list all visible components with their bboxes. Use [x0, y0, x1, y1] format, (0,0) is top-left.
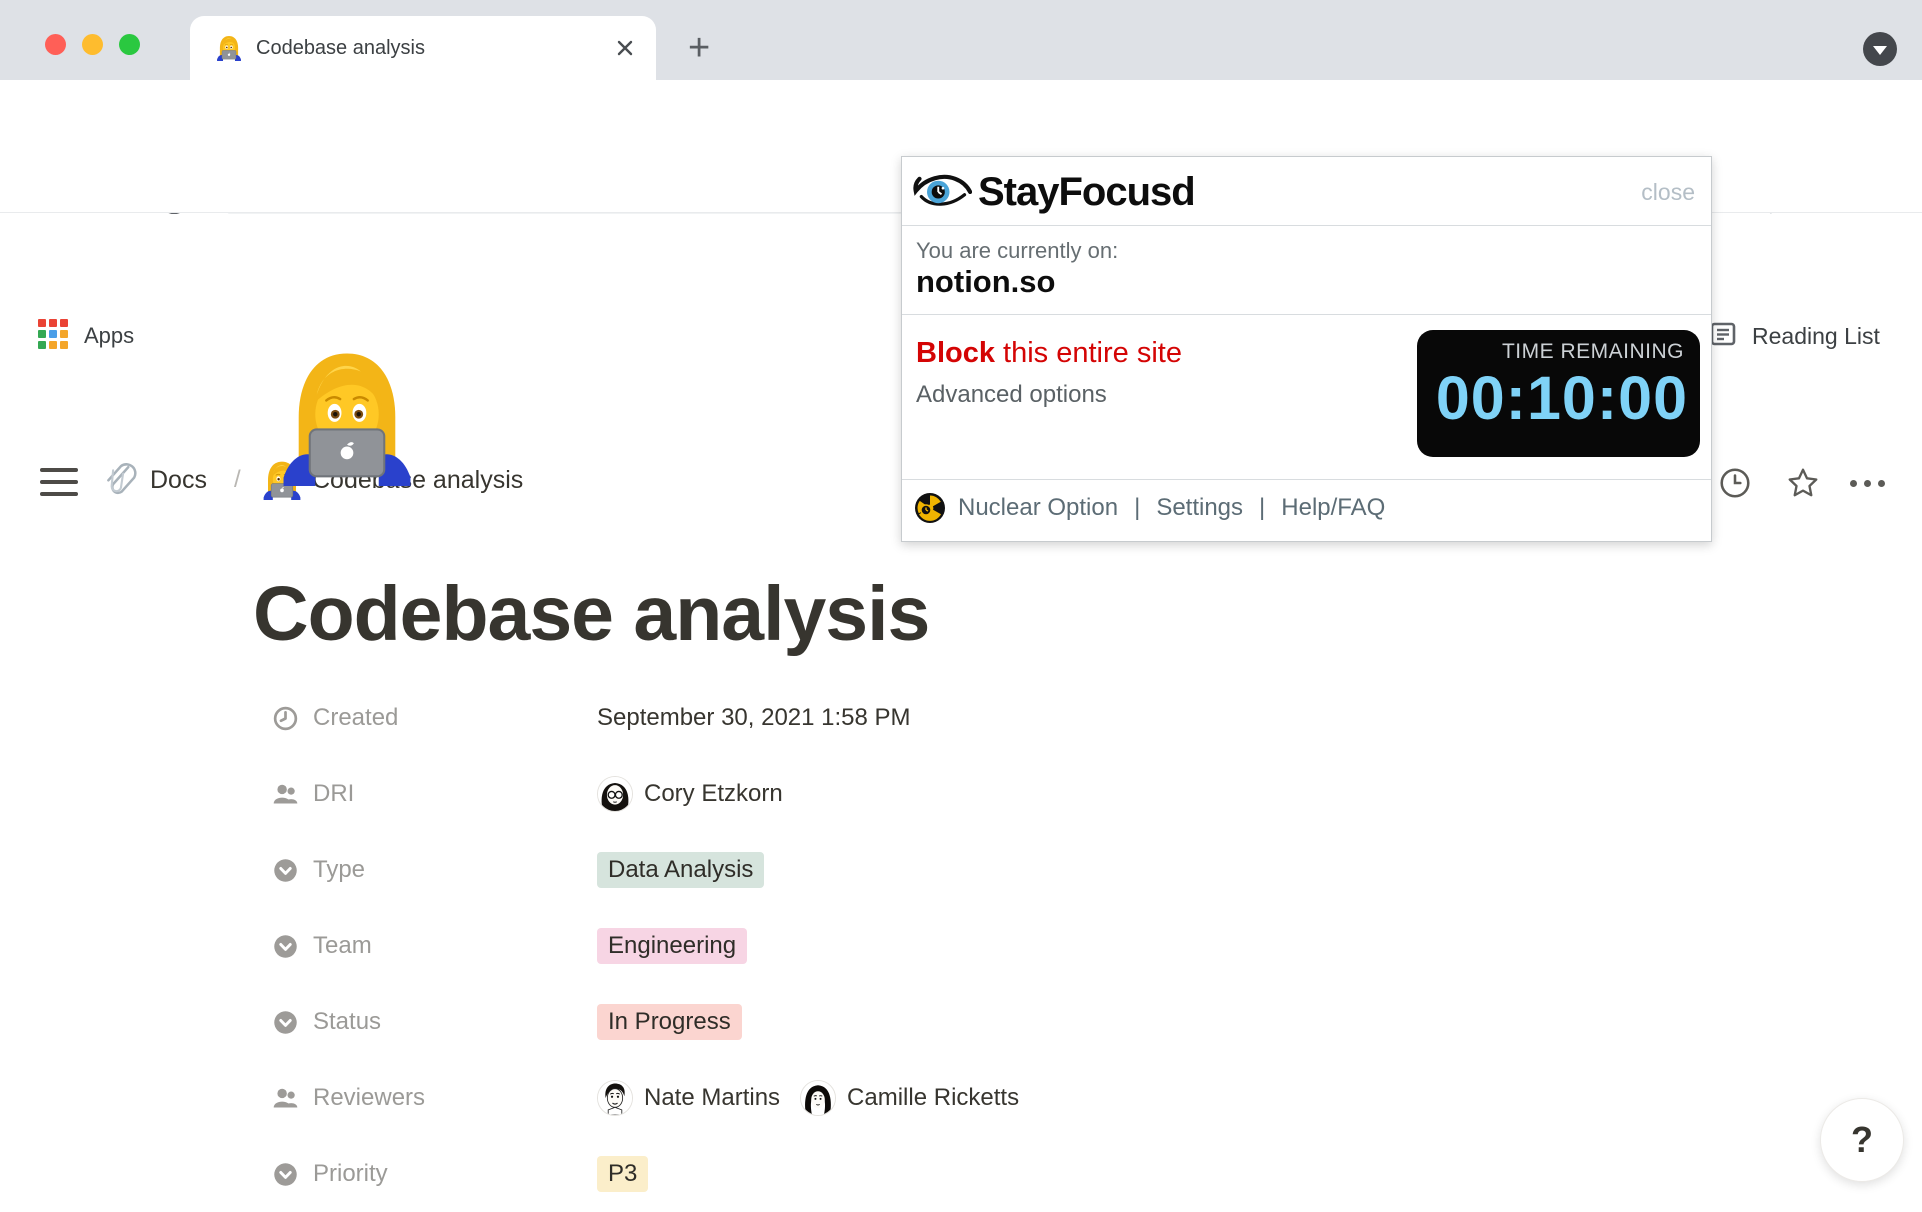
tag-data-analysis[interactable]: Data Analysis — [597, 852, 764, 888]
reading-list-icon[interactable] — [1708, 319, 1738, 349]
property-label: Reviewers — [313, 1084, 425, 1112]
property-value-text[interactable]: September 30, 2021 1:58 PM — [597, 704, 911, 732]
page-title[interactable]: Codebase analysis — [253, 570, 929, 659]
advanced-options-link[interactable]: Advanced options — [916, 381, 1107, 409]
person-name: Camille Ricketts — [847, 1084, 1019, 1112]
window-zoom-button[interactable] — [119, 34, 140, 55]
window-minimize-button[interactable] — [82, 34, 103, 55]
help-button[interactable]: ? — [1820, 1098, 1904, 1182]
tab-title: Codebase analysis — [256, 37, 614, 60]
tab-strip: Codebase analysis + — [0, 0, 1922, 80]
apps-shortcut[interactable]: Apps — [84, 323, 134, 349]
reading-list-button[interactable]: Reading List — [1752, 323, 1880, 350]
property-row-created: Created September 30, 2021 1:58 PM — [255, 680, 1675, 756]
avatar-nate — [597, 1080, 633, 1116]
property-label-cell[interactable]: Status — [255, 1008, 597, 1036]
property-row-reviewers: Reviewers Nate Martins Camille Ricketts — [255, 1060, 1675, 1136]
property-value-cell[interactable]: P3 — [597, 1156, 1675, 1192]
divider — [902, 314, 1711, 315]
tab-favicon-technologist-icon — [216, 35, 242, 61]
avatar-camille — [800, 1080, 836, 1116]
clock-icon — [272, 705, 299, 732]
breadcrumb-root[interactable]: Docs — [150, 466, 207, 495]
current-site-value: notion.so — [916, 264, 1055, 300]
divider — [902, 479, 1711, 480]
block-word[interactable]: Block — [916, 337, 995, 369]
property-value-cell[interactable]: Data Analysis — [597, 852, 1675, 888]
property-label-cell[interactable]: Team — [255, 932, 597, 960]
property-label-cell[interactable]: Type — [255, 856, 597, 884]
property-row-priority: Priority P3 — [255, 1136, 1675, 1212]
popup-links: Nuclear Option | Settings | Help/FAQ — [914, 487, 1385, 529]
stayfocusd-brand: StayFocusd — [978, 170, 1195, 215]
popup-link-help-faq[interactable]: Help/FAQ — [1281, 494, 1385, 522]
property-value-cell[interactable]: Nate Martins Camille Ricketts — [597, 1080, 1675, 1116]
time-remaining-value: 00:10:00 — [1436, 363, 1688, 433]
property-value-cell[interactable]: September 30, 2021 1:58 PM — [597, 704, 1675, 732]
property-label: DRI — [313, 780, 354, 808]
time-remaining-box: TIME REMAINING 00:10:00 — [1417, 330, 1700, 457]
property-label: Created — [313, 704, 398, 732]
link-separator: | — [1130, 494, 1144, 522]
property-row-dri: DRI Cory Etzkorn — [255, 756, 1675, 832]
person-cory[interactable]: Cory Etzkorn — [597, 776, 783, 812]
sidebar-toggle-icon[interactable] — [40, 468, 78, 504]
select-icon — [272, 1009, 299, 1036]
browser-tab[interactable]: Codebase analysis — [190, 16, 656, 80]
property-label-cell[interactable]: Priority — [255, 1160, 597, 1188]
property-label: Priority — [313, 1160, 388, 1188]
person-icon — [272, 1085, 299, 1112]
popup-close-link[interactable]: close — [1641, 179, 1695, 206]
time-remaining-label: TIME REMAINING — [1502, 340, 1684, 364]
tag-engineering[interactable]: Engineering — [597, 928, 747, 964]
property-value-cell[interactable]: In Progress — [597, 1004, 1675, 1040]
property-value-cell[interactable]: Cory Etzkorn — [597, 776, 1675, 812]
avatar-cory — [597, 776, 633, 812]
person-name: Nate Martins — [644, 1084, 780, 1112]
link-separator: | — [1255, 494, 1269, 522]
tab-close-icon[interactable] — [614, 37, 636, 59]
page-history-clock-icon[interactable] — [1718, 466, 1752, 500]
person-name: Cory Etzkorn — [644, 780, 783, 808]
new-tab-button[interactable]: + — [688, 30, 710, 66]
property-label: Team — [313, 932, 372, 960]
tag-in-progress[interactable]: In Progress — [597, 1004, 742, 1040]
property-value-cell[interactable]: Engineering — [597, 928, 1675, 964]
window-close-button[interactable] — [45, 34, 66, 55]
property-row-type: Type Data Analysis — [255, 832, 1675, 908]
divider — [902, 225, 1711, 226]
popup-link-settings[interactable]: Settings — [1156, 494, 1243, 522]
favorite-star-icon[interactable] — [1786, 466, 1820, 500]
select-icon — [272, 933, 299, 960]
popup-link-nuclear-option[interactable]: Nuclear Option — [958, 494, 1118, 522]
person-icon — [272, 781, 299, 808]
property-label: Status — [313, 1008, 381, 1036]
properties-table: Created September 30, 2021 1:58 PM DRI C… — [255, 680, 1675, 1212]
property-row-status: Status In Progress — [255, 984, 1675, 1060]
tab-search-button[interactable] — [1863, 32, 1897, 66]
select-icon — [272, 857, 299, 884]
property-label: Type — [313, 856, 365, 884]
person-camille[interactable]: Camille Ricketts — [800, 1080, 1019, 1116]
select-icon — [272, 1161, 299, 1188]
property-label-cell[interactable]: Created — [255, 704, 597, 732]
current-site-label: You are currently on: — [916, 238, 1118, 264]
nuclear-option-icon[interactable] — [914, 492, 946, 524]
tag-p3[interactable]: P3 — [597, 1156, 648, 1192]
breadcrumb-separator: / — [234, 466, 241, 494]
paperclip-icon — [100, 460, 142, 502]
block-site-link[interactable]: Block this entire site — [916, 337, 1182, 370]
page-more-menu[interactable] — [1850, 480, 1885, 487]
browser-toolbar: notion.so/camacme/Codebase-analysis-1338… — [0, 80, 1922, 153]
stayfocusd-popup: StayFocusd close You are currently on: n… — [901, 156, 1712, 542]
person-nate[interactable]: Nate Martins — [597, 1080, 780, 1116]
property-row-team: Team Engineering — [255, 908, 1675, 984]
page-icon-technologist-emoji[interactable] — [278, 348, 416, 486]
stayfocusd-eye-logo-icon — [912, 169, 972, 213]
chevron-down-icon — [1873, 46, 1887, 55]
apps-grid-icon[interactable] — [38, 319, 68, 349]
block-rest: this entire site — [995, 337, 1182, 369]
property-label-cell[interactable]: DRI — [255, 780, 597, 808]
property-label-cell[interactable]: Reviewers — [255, 1084, 597, 1112]
